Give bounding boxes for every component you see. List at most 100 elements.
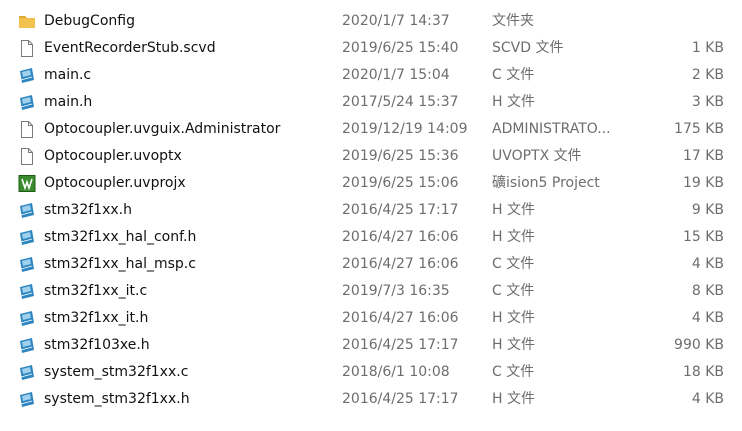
file-icon-cell [18,197,38,224]
folder-icon [18,13,36,30]
file-size: 1 KB [691,40,724,56]
file-modified-date: 2016/4/25 17:17 [342,391,459,407]
file-modified-date: 2019/6/25 15:40 [342,40,459,56]
file-size: 990 KB [674,337,724,353]
file-type: C 文件 [492,283,535,299]
file-name[interactable]: system_stm32f1xx.c [44,359,334,386]
file-modified-date: 2017/5/24 15:37 [342,94,459,110]
file-size: 9 KB [691,202,724,218]
blank-file-icon [18,40,36,57]
file-row[interactable]: stm32f1xx_hal_msp.c 2016/4/27 16:06 C 文件 4 … [0,251,742,278]
file-row[interactable]: DebugConfig 2020/1/7 14:37 文件夹 [0,8,742,35]
source-file-icon [18,364,36,381]
file-modified-date: 2019/7/3 16:35 [342,283,450,299]
file-name[interactable]: Optocoupler.uvguix.Administrator [44,116,334,143]
file-name[interactable]: main.h [44,89,334,116]
file-modified-date: 2020/1/7 14:37 [342,13,450,29]
file-row[interactable]: system_stm32f1xx.h 2016/4/25 17:17 H 文件 4 K… [0,386,742,413]
file-row[interactable]: stm32f1xx_hal_conf.h 2016/4/27 16:06 H 文件 1… [0,224,742,251]
blank-file-icon [18,148,36,165]
file-type: H 文件 [492,94,535,110]
file-size: 15 KB [682,229,724,245]
file-name[interactable]: stm32f103xe.h [44,332,334,359]
file-type: UVOPTX 文件 [492,148,582,164]
file-size: 4 KB [691,310,724,326]
file-name[interactable]: stm32f1xx_hal_msp.c [44,251,334,278]
file-icon-cell [18,305,38,332]
file-icon-cell [18,143,38,170]
file-row[interactable]: system_stm32f1xx.c 2018/6/1 10:08 C 文件 18 K… [0,359,742,386]
file-modified-date: 2016/4/25 17:17 [342,337,459,353]
file-size: 8 KB [691,283,724,299]
file-type: 文件夹 [492,13,534,29]
file-name[interactable]: stm32f1xx.h [44,197,334,224]
file-size: 4 KB [691,391,724,407]
file-name[interactable]: main.c [44,62,334,89]
file-size: 19 KB [682,175,724,191]
file-row[interactable]: stm32f1xx_it.h 2016/4/27 16:06 H 文件 4 KB [0,305,742,332]
file-size: 2 KB [691,67,724,83]
file-modified-date: 2020/1/7 15:04 [342,67,450,83]
file-modified-date: 2016/4/27 16:06 [342,310,459,326]
source-file-icon [18,256,36,273]
source-file-icon [18,202,36,219]
file-icon-cell [18,359,38,386]
file-name[interactable]: system_stm32f1xx.h [44,386,334,413]
file-icon-cell [18,386,38,413]
file-type: C 文件 [492,364,535,380]
file-name[interactable]: EventRecorderStub.scvd [44,35,334,62]
file-row[interactable]: main.c 2020/1/7 15:04 C 文件 2 KB [0,62,742,89]
file-modified-date: 2019/6/25 15:06 [342,175,459,191]
file-modified-date: 2016/4/27 16:06 [342,256,459,272]
file-name[interactable]: Optocoupler.uvprojx [44,170,334,197]
source-file-icon [18,283,36,300]
file-icon-cell [18,35,38,62]
file-icon-cell [18,170,38,197]
file-type: H 文件 [492,310,535,326]
file-icon-cell [18,116,38,143]
file-icon-cell [18,62,38,89]
file-type: 礦ision5 Project [492,175,600,191]
file-type: H 文件 [492,391,535,407]
source-file-icon [18,391,36,408]
keil-project-icon [18,175,36,192]
file-type: SCVD 文件 [492,40,564,56]
file-size: 175 KB [674,121,724,137]
file-icon-cell [18,278,38,305]
file-type: C 文件 [492,256,535,272]
file-type: H 文件 [492,337,535,353]
file-name[interactable]: stm32f1xx_it.c [44,278,334,305]
file-icon-cell [18,332,38,359]
source-file-icon [18,94,36,111]
file-name[interactable]: Optocoupler.uvoptx [44,143,334,170]
blank-file-icon [18,121,36,138]
source-file-icon [18,310,36,327]
file-row[interactable]: stm32f103xe.h 2016/4/25 17:17 H 文件 990 KB [0,332,742,359]
source-file-icon [18,67,36,84]
file-icon-cell [18,8,38,35]
file-icon-cell [18,251,38,278]
file-modified-date: 2019/12/19 14:09 [342,121,468,137]
file-row[interactable]: Optocoupler.uvprojx 2019/6/25 15:06 礦ision… [0,170,742,197]
file-modified-date: 2016/4/25 17:17 [342,202,459,218]
file-row[interactable]: EventRecorderStub.scvd 2019/6/25 15:40 SCV… [0,35,742,62]
file-row[interactable]: main.h 2017/5/24 15:37 H 文件 3 KB [0,89,742,116]
file-size [648,8,724,35]
file-modified-date: 2018/6/1 10:08 [342,364,450,380]
file-size: 17 KB [682,148,724,164]
file-name[interactable]: DebugConfig [44,8,334,35]
file-row[interactable]: Optocoupler.uvoptx 2019/6/25 15:36 UVOPTX … [0,143,742,170]
file-type: C 文件 [492,67,535,83]
file-name[interactable]: stm32f1xx_hal_conf.h [44,224,334,251]
file-modified-date: 2019/6/25 15:36 [342,148,459,164]
file-row[interactable]: stm32f1xx_it.c 2019/7/3 16:35 C 文件 8 KB [0,278,742,305]
file-list: DebugConfig 2020/1/7 14:37 文件夹 EventRecorde… [0,8,742,413]
file-size: 3 KB [691,94,724,110]
file-row[interactable]: Optocoupler.uvguix.Administrator 2019/12/… [0,116,742,143]
file-name[interactable]: stm32f1xx_it.h [44,305,334,332]
file-type: H 文件 [492,202,535,218]
file-size: 18 KB [682,364,724,380]
file-icon-cell [18,224,38,251]
file-row[interactable]: stm32f1xx.h 2016/4/25 17:17 H 文件 9 KB [0,197,742,224]
file-modified-date: 2016/4/27 16:06 [342,229,459,245]
